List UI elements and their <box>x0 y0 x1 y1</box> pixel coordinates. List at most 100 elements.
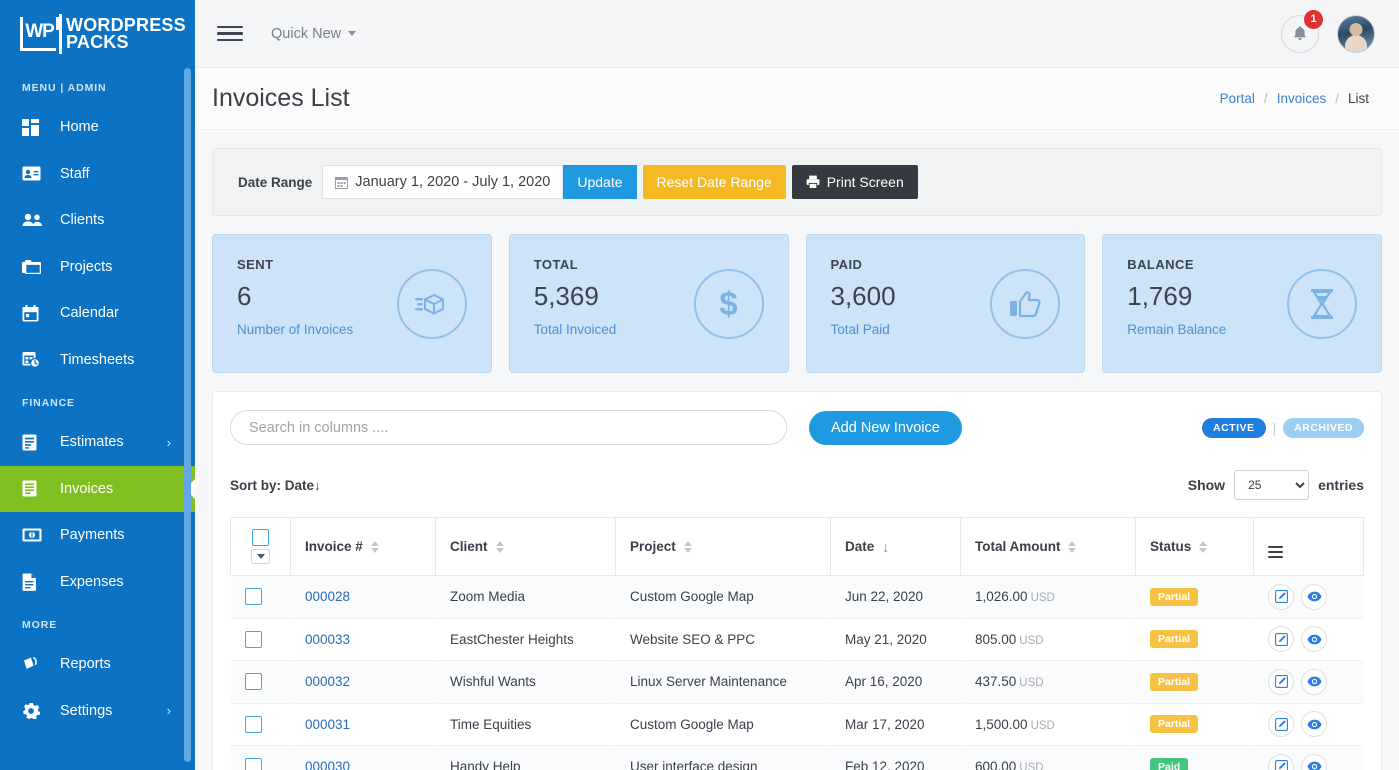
column-options-icon[interactable] <box>1268 546 1283 558</box>
entries-select[interactable]: 102550100 <box>1234 470 1309 500</box>
sidebar-item-label: Payments <box>60 527 195 543</box>
breadcrumb-current: List <box>1348 91 1369 106</box>
column-header-status[interactable]: Status <box>1136 518 1254 576</box>
view-button[interactable] <box>1301 584 1327 610</box>
date-range-input[interactable]: January 1, 2020 - July 1, 2020 <box>322 165 563 199</box>
currency-label: USD <box>1019 635 1043 647</box>
cell-project: Website SEO & PPC <box>616 618 831 661</box>
reset-date-range-button[interactable]: Reset Date Range <box>643 165 786 199</box>
sidebar-item-projects[interactable]: Projects <box>0 244 195 291</box>
edit-button[interactable] <box>1268 584 1294 610</box>
table-body: 000028Zoom MediaCustom Google MapJun 22,… <box>231 576 1364 770</box>
row-select-cell <box>231 746 291 770</box>
sidebar-item-settings[interactable]: Settings › <box>0 688 195 735</box>
add-new-invoice-button[interactable]: Add New Invoice <box>809 411 962 445</box>
invoice-link[interactable]: 000030 <box>305 759 350 770</box>
select-all-checkbox[interactable] <box>252 529 269 546</box>
sidebar-item-label: Expenses <box>60 574 195 590</box>
sidebar-item-clients[interactable]: Clients <box>0 197 195 244</box>
print-screen-button[interactable]: Print Screen <box>792 165 918 199</box>
edit-button[interactable] <box>1268 754 1294 770</box>
filter-archived-pill[interactable]: ARCHIVED <box>1283 418 1364 438</box>
sidebar-item-label: Reports <box>60 656 195 672</box>
column-header-date[interactable]: Date ↓ <box>831 518 961 576</box>
table-row[interactable]: 000033EastChester HeightsWebsite SEO & P… <box>231 618 1364 661</box>
menu-toggle-icon[interactable] <box>217 22 243 46</box>
brand-logo[interactable]: WP WORDPRESS PACKS <box>0 0 195 68</box>
sidebar-item-label: Home <box>60 119 195 135</box>
view-button[interactable] <box>1301 711 1327 737</box>
column-header-project[interactable]: Project <box>616 518 831 576</box>
view-button[interactable] <box>1301 626 1327 652</box>
row-checkbox[interactable] <box>245 758 262 770</box>
breadcrumb-separator: / <box>1335 91 1339 106</box>
table-head: Invoice # Client <box>231 518 1364 576</box>
sidebar-item-label: Invoices <box>60 481 195 497</box>
view-button[interactable] <box>1301 669 1327 695</box>
sidebar-item-payments[interactable]: Payments <box>0 512 195 559</box>
sidebar-item-estimates[interactable]: Estimates › <box>0 419 195 466</box>
id-card-icon <box>22 164 46 184</box>
sidebar-item-label: Clients <box>60 212 195 228</box>
bell-icon <box>1292 25 1308 42</box>
dashboard-icon <box>22 117 46 137</box>
cell-invoice: 000032 <box>291 661 436 704</box>
sidebar-item-staff[interactable]: Staff <box>0 151 195 198</box>
invoice-link[interactable]: 000028 <box>305 589 350 604</box>
table-row[interactable]: 000031Time EquitiesCustom Google MapMar … <box>231 703 1364 746</box>
view-button[interactable] <box>1301 754 1327 770</box>
table-row[interactable]: 000028Zoom MediaCustom Google MapJun 22,… <box>231 576 1364 619</box>
cell-client: Handy Help <box>436 746 616 770</box>
sidebar-item-calendar[interactable]: Calendar <box>0 290 195 337</box>
column-header-client[interactable]: Client <box>436 518 616 576</box>
sidebar-item-invoices[interactable]: Invoices <box>0 466 195 513</box>
sidebar-item-home[interactable]: Home <box>0 104 195 151</box>
timesheet-icon <box>22 350 46 370</box>
breadcrumb-invoices[interactable]: Invoices <box>1277 91 1327 106</box>
invoice-link[interactable]: 000032 <box>305 674 350 689</box>
sidebar-scrollbar[interactable] <box>184 68 191 762</box>
search-input[interactable] <box>230 410 787 445</box>
sidebar-item-expenses[interactable]: Expenses <box>0 559 195 606</box>
filter-active-pill[interactable]: ACTIVE <box>1202 418 1266 438</box>
page-header: Invoices List Portal / Invoices / List <box>195 68 1399 130</box>
sidebar-item-timesheets[interactable]: Timesheets <box>0 337 195 384</box>
update-button[interactable]: Update <box>563 165 636 199</box>
column-header-invoice[interactable]: Invoice # <box>291 518 436 576</box>
cell-actions <box>1254 618 1364 661</box>
currency-label: USD <box>1019 677 1043 689</box>
avatar[interactable] <box>1337 15 1375 53</box>
sidebar-item-reports[interactable]: Reports <box>0 641 195 688</box>
cell-amount: 805.00USD <box>961 618 1136 661</box>
column-header-actions <box>1254 518 1364 576</box>
notifications-button[interactable]: 1 <box>1281 15 1319 53</box>
gear-icon <box>22 701 46 721</box>
status-badge: Partial <box>1150 715 1198 733</box>
status-filter-toggle: ACTIVE | ARCHIVED <box>1202 418 1364 438</box>
row-select-cell <box>231 703 291 746</box>
sidebar-item-label: Timesheets <box>60 352 195 368</box>
row-checkbox[interactable] <box>245 588 262 605</box>
show-label: Show <box>1188 477 1225 493</box>
invoice-link[interactable]: 000033 <box>305 632 350 647</box>
column-header-total-amount[interactable]: Total Amount <box>961 518 1136 576</box>
breadcrumb-portal[interactable]: Portal <box>1220 91 1255 106</box>
file-icon <box>22 572 46 592</box>
bulk-actions-dropdown[interactable] <box>251 549 270 564</box>
wp-mark-icon: WP <box>20 17 56 51</box>
edit-button[interactable] <box>1268 711 1294 737</box>
cell-date: Mar 17, 2020 <box>831 703 961 746</box>
row-checkbox[interactable] <box>245 673 262 690</box>
row-checkbox[interactable] <box>245 631 262 648</box>
table-row[interactable]: 000032Wishful WantsLinux Server Maintena… <box>231 661 1364 704</box>
row-checkbox[interactable] <box>245 716 262 733</box>
page-title: Invoices List <box>212 84 350 113</box>
table-row[interactable]: 000030Handy HelpUser interface designFeb… <box>231 746 1364 770</box>
cell-date: Feb 12, 2020 <box>831 746 961 770</box>
quick-new-dropdown[interactable]: Quick New <box>271 26 356 42</box>
show-entries: Show 102550100 entries <box>1188 470 1364 500</box>
invoice-link[interactable]: 000031 <box>305 717 350 732</box>
stat-card-balance: BALANCE 1,769 Remain Balance <box>1102 234 1382 373</box>
edit-button[interactable] <box>1268 669 1294 695</box>
edit-button[interactable] <box>1268 626 1294 652</box>
